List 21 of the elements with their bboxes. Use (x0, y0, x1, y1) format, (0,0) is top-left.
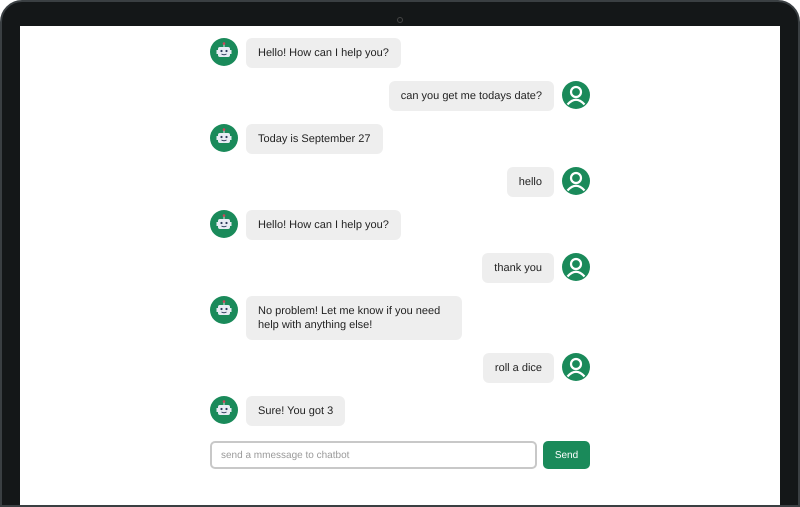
message-bubble: roll a dice (482, 353, 554, 383)
robot-avatar-icon (210, 210, 238, 238)
robot-avatar-icon (210, 296, 238, 324)
user-avatar-icon (562, 81, 590, 109)
message-bubble: Hello! How can I help you? (246, 210, 401, 240)
user-avatar-icon (562, 167, 590, 195)
message-bubble: hello (506, 167, 554, 197)
robot-avatar-icon (210, 124, 238, 152)
message-bubble: Sure! You got 3 (246, 396, 346, 426)
camera-icon (397, 17, 403, 23)
message-bubble: can you get me todays date? (388, 81, 554, 111)
user-avatar-icon (562, 253, 590, 281)
message-bubble: Hello! How can I help you? (246, 38, 401, 68)
message-bubble: No problem! Let me know if you need help with anything else! (246, 296, 462, 340)
send-button[interactable]: Send (543, 441, 590, 469)
robot-avatar-icon (210, 396, 238, 424)
robot-avatar-icon (210, 38, 238, 66)
message-input-field[interactable]: send a mmessage to chatbot (210, 441, 537, 469)
message-bubble: thank you (482, 253, 554, 283)
message-bubble: Today is September 27 (246, 124, 383, 154)
user-avatar-icon (562, 353, 590, 381)
